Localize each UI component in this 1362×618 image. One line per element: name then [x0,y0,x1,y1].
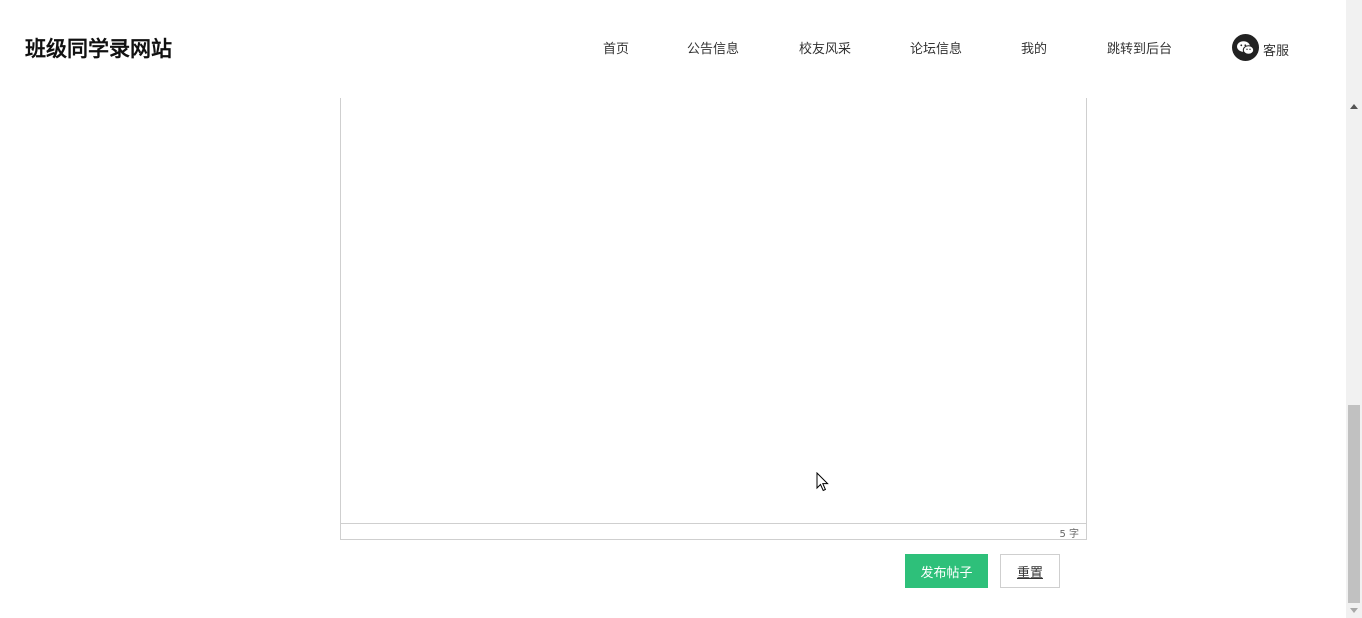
nav-mine[interactable]: 我的 [1021,38,1047,57]
service-label: 客服 [1263,44,1290,59]
nav-forum[interactable]: 论坛信息 [910,38,962,57]
scroll-down-arrow-icon[interactable] [1350,608,1358,613]
nav-alumni[interactable]: 校友风采 [799,38,851,57]
customer-service[interactable]: 客服 [1232,33,1289,61]
wechat-icon [1232,34,1259,61]
nav-admin[interactable]: 跳转到后台 [1107,38,1172,57]
site-logo: 班级同学录网站 [25,37,172,61]
scroll-thumb[interactable] [1348,405,1360,603]
page-scrollbar[interactable] [1346,0,1362,618]
editor-text-area[interactable] [341,98,1086,523]
editor-status-bar: 5 字 [341,523,1086,540]
mouse-cursor-icon [816,471,830,496]
post-content-editor: 5 字 [340,98,1087,540]
word-count: 5 字 [1059,529,1079,540]
publish-post-button[interactable]: 发布帖子 [905,554,988,588]
nav-announcements[interactable]: 公告信息 [687,38,739,57]
site-header: 班级同学录网站 首页 公告信息 校友风采 论坛信息 我的 跳转到后台 客服 [0,0,1346,98]
reset-button[interactable]: 重置 [1000,554,1060,588]
nav-home[interactable]: 首页 [603,38,629,57]
scroll-up-arrow-icon[interactable] [1350,104,1358,109]
